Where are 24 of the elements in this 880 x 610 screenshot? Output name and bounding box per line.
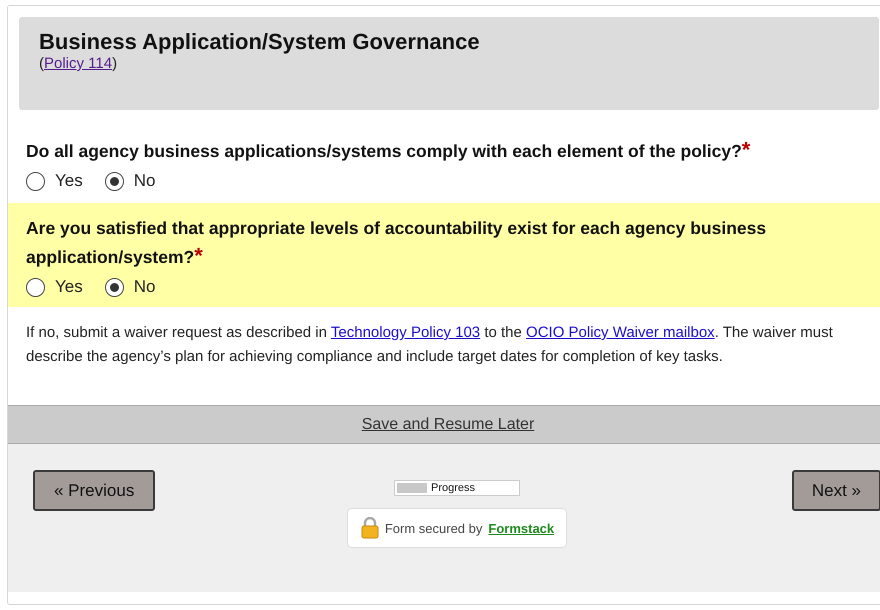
radio-button[interactable] — [26, 172, 45, 190]
note-link[interactable]: Technology Policy 103 — [330, 324, 480, 341]
formstack-link[interactable]: Formstack — [488, 520, 554, 536]
option-label: Yes — [55, 171, 83, 191]
radio-button[interactable] — [104, 278, 124, 296]
waiver-note: If no, submit a waiver request as described in Technology Policy 103 to the OCIO Policy Waiver mailbox. The waiver must describe the agency’s plan for achieving compliance and include target dates for completion of key tasks. — [25, 323, 834, 367]
question-text: Do all agency business applications/systems comply with each element of the policy?* — [26, 136, 752, 164]
paren-text: ( — [39, 55, 44, 72]
note-link[interactable]: OCIO Policy Waiver mailbox — [526, 324, 715, 341]
option-label: Yes — [55, 277, 83, 297]
option-label: No — [134, 171, 156, 191]
progress-label: Progress — [430, 482, 476, 494]
option-label: No — [134, 277, 156, 297]
save-resume-link[interactable]: Save and Resume Later — [362, 416, 534, 434]
policy-link[interactable]: Policy 114 — [44, 55, 112, 72]
next-button[interactable]: Next » — [792, 470, 880, 511]
radio-button[interactable] — [26, 278, 45, 296]
section-title: Business Application/System Governance — [39, 29, 481, 55]
radio-button[interactable] — [104, 172, 124, 190]
previous-button[interactable]: « Previous — [33, 470, 156, 511]
secured-text: Form secured by — [384, 520, 482, 536]
question-text: Are you satisfied that appropriate levels of accountability exist for each agency business application/system?* — [26, 217, 768, 270]
padlock-icon — [360, 517, 379, 539]
paren-text: ) — [112, 55, 118, 72]
